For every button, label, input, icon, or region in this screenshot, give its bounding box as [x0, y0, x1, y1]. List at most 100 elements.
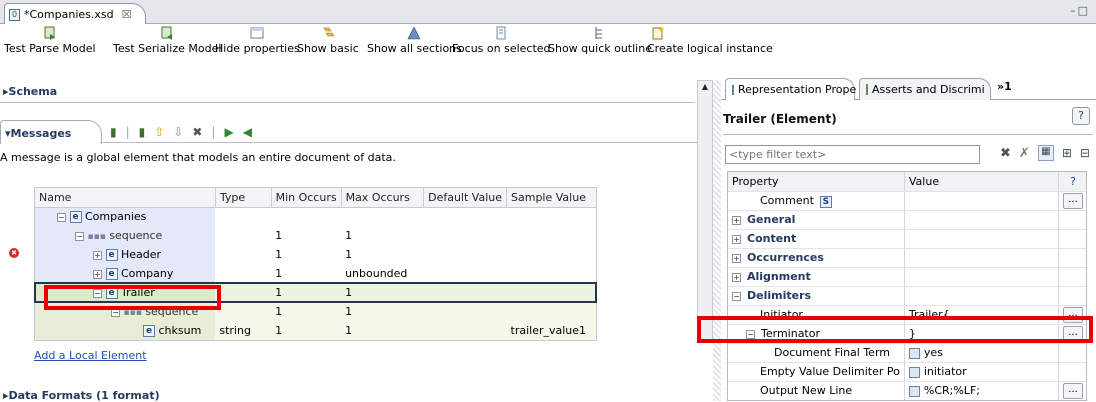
schema-section-header[interactable]: ▸Schema — [3, 85, 57, 98]
col-min-header[interactable]: Min Occurs — [271, 188, 342, 207]
collapse-icon[interactable]: − — [75, 231, 84, 241]
trailer-highlight-box — [44, 285, 221, 310]
element-icon: e — [143, 325, 155, 337]
help-button[interactable]: ? — [1072, 107, 1090, 125]
hide-properties-icon — [250, 27, 264, 39]
show-categories-icon[interactable]: ▦ — [1037, 145, 1054, 161]
col-property-header[interactable]: Property — [728, 172, 905, 192]
data-formats-section-header[interactable]: ▸Data Formats (1 format) — [3, 389, 160, 402]
editor-tab-bar: 0 *Companies.xsd ☒ –□ — [0, 0, 1096, 25]
table-row[interactable]: ✖ + e Header 11 — [9, 245, 596, 264]
table-row[interactable]: − e Companies — [35, 207, 596, 226]
window-controls[interactable]: –□ — [1070, 4, 1090, 17]
test-serialize-icon — [161, 26, 173, 40]
edit-value-button[interactable]: ... — [1063, 383, 1083, 399]
property-row[interactable]: Empty Value Delimiter Po initiator — [728, 362, 1086, 382]
messages-section-tab[interactable]: ▾Messages — [0, 120, 102, 144]
show-all-sections-icon — [407, 26, 421, 40]
move-down-icon[interactable]: ⇩ — [173, 125, 183, 139]
property-filter-input[interactable] — [725, 145, 980, 164]
expand-icon[interactable]: + — [732, 272, 741, 282]
close-tab-icon[interactable]: ☒ — [122, 8, 132, 21]
create-logical-instance-button[interactable]: Create logical instance — [647, 26, 773, 55]
editor-tab-title: *Companies.xsd — [24, 8, 114, 21]
test-serialize-small-icon[interactable]: ◀ — [243, 125, 252, 139]
show-basic-button[interactable]: Show basic — [297, 26, 359, 55]
more-tabs-button[interactable]: »1 — [997, 80, 1012, 93]
col-help-header[interactable]: ? — [1058, 172, 1086, 192]
messages-description: A message is a global element that model… — [0, 151, 396, 164]
filter-toolbar: ✖ ✗ ▦ ⊞ ⊟ — [1000, 145, 1090, 161]
property-label: General — [747, 213, 796, 226]
property-row[interactable]: Comment S... — [728, 191, 1086, 211]
expand-icon[interactable]: + — [732, 253, 741, 263]
property-row[interactable]: Output New Line %CR;%LF;... — [728, 381, 1086, 400]
col-default-header[interactable]: Default Value — [423, 188, 508, 207]
property-row[interactable]: + Content — [728, 229, 1086, 249]
property-row[interactable]: + General — [728, 210, 1086, 230]
expand-all-icon[interactable]: ⊞ — [1062, 146, 1072, 160]
terminator-highlight-box — [697, 316, 1093, 343]
expand-icon[interactable]: + — [93, 250, 102, 260]
xsd-file-icon: 0 — [9, 8, 20, 21]
tab-asserts-discriminators[interactable]: Asserts and Discrimi — [859, 78, 991, 100]
test-parse-small-icon[interactable]: ▶ — [225, 125, 234, 139]
add-local-element-link[interactable]: Add a Local Element — [34, 349, 147, 362]
col-max-header[interactable]: Max Occurs — [341, 188, 425, 207]
pane-splitter[interactable] — [713, 80, 721, 401]
scroll-up-icon[interactable]: ▲ — [699, 82, 711, 94]
section-divider — [0, 102, 695, 103]
table-row[interactable]: + e Company 1 unbounded — [35, 264, 596, 283]
test-serialize-model-button[interactable]: Test Serialize Model — [113, 26, 221, 55]
show-basic-icon — [323, 27, 335, 37]
property-row[interactable]: + Alignment — [728, 267, 1086, 287]
property-label: Document Final Term — [774, 346, 890, 359]
table-row[interactable]: − ▪▪▪ sequence 11 — [35, 226, 596, 245]
collapse-all-icon[interactable]: ⊟ — [1080, 146, 1090, 160]
expand-icon[interactable]: + — [93, 269, 102, 279]
col-type-header[interactable]: Type — [215, 188, 272, 207]
property-value[interactable]: yes — [924, 346, 943, 359]
collapse-icon[interactable]: − — [57, 212, 66, 222]
add-element-icon[interactable]: ▮ — [139, 125, 146, 139]
property-value[interactable]: %CR;%LF; — [924, 384, 980, 397]
delete-icon[interactable]: ✖ — [192, 125, 202, 139]
property-label: Occurrences — [747, 251, 824, 264]
editor-tab[interactable]: 0 *Companies.xsd ☒ — [4, 3, 146, 25]
expand-icon[interactable]: + — [732, 234, 741, 244]
property-row[interactable]: + Occurrences — [728, 248, 1086, 268]
vertical-scrollbar[interactable]: ▲ — [697, 80, 713, 343]
title-divider — [723, 134, 1093, 135]
move-up-icon[interactable]: ⇧ — [154, 125, 164, 139]
property-row[interactable]: − Delimiters — [728, 286, 1086, 306]
clear-all-icon[interactable]: ✗ — [1019, 146, 1030, 161]
editor-toolbar: Test Parse Model Test Serialize Model Hi… — [0, 24, 1096, 72]
quick-outline-icon — [595, 27, 602, 39]
inherited-value-icon — [908, 366, 920, 378]
element-icon: e — [105, 268, 118, 280]
col-sample-header[interactable]: Sample Value — [507, 188, 596, 207]
properties-title: Trailer (Element) — [723, 112, 837, 126]
show-all-sections-button[interactable]: Show all sections — [367, 26, 462, 55]
tab-representation-properties[interactable]: Representation Prope — [725, 78, 856, 100]
collapse-icon[interactable]: − — [732, 291, 741, 301]
test-parse-icon — [44, 26, 55, 40]
test-parse-model-button[interactable]: Test Parse Model — [4, 26, 96, 55]
col-name-header[interactable]: Name — [35, 188, 216, 207]
property-value[interactable]: initiator — [924, 365, 967, 378]
col-value-header[interactable]: Value — [904, 172, 1060, 192]
element-icon: e — [105, 249, 118, 261]
edit-value-button[interactable]: ... — [1063, 193, 1083, 209]
focus-selected-icon — [496, 26, 506, 40]
clear-filter-icon[interactable]: ✖ — [1000, 146, 1011, 161]
focus-on-selected-button[interactable]: Focus on selected — [452, 26, 551, 55]
show-quick-outline-button[interactable]: Show quick outline — [548, 26, 652, 55]
add-message-icon[interactable]: ▮ — [110, 125, 117, 139]
create-instance-icon — [652, 26, 664, 40]
property-label: Alignment — [747, 270, 811, 283]
expand-icon[interactable]: + — [732, 215, 741, 225]
table-row[interactable]: e chksum string 1 1 trailer_value1 — [35, 321, 596, 340]
property-row[interactable]: Document Final Term yes — [728, 343, 1086, 363]
hide-properties-button[interactable]: Hide properties — [215, 26, 300, 55]
sequence-icon: ▪▪▪ — [87, 232, 106, 242]
